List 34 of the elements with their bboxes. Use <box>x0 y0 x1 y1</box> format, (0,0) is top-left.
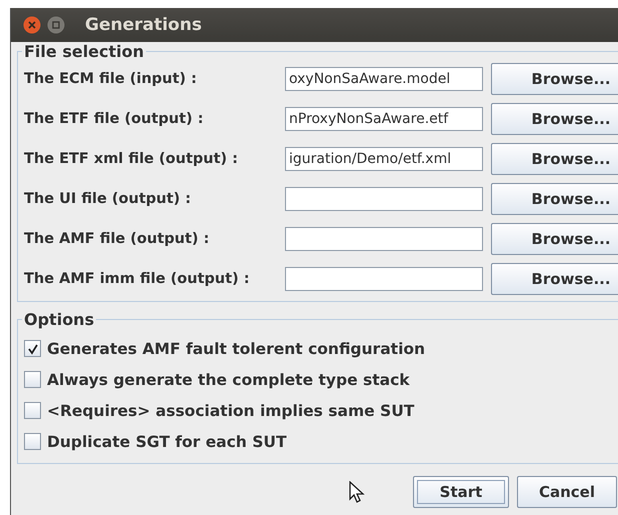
checkbox[interactable] <box>24 340 41 357</box>
dialog-button[interactable]: Start <box>413 476 509 508</box>
file-path-field[interactable]: iguration/Demo/etf.xml <box>285 147 483 171</box>
file-path-field[interactable] <box>285 227 483 251</box>
field-label: The UI file (output) : <box>24 191 192 207</box>
field-label: The AMF file (output) : <box>24 231 210 247</box>
file-path-field[interactable]: nProxyNonSaAware.etf <box>285 107 483 131</box>
field-label: The ETF file (output) : <box>24 111 204 127</box>
file-path-field[interactable]: oxyNonSaAware.model <box>285 67 483 91</box>
browse-button[interactable]: Browse... <box>491 223 618 255</box>
option-label[interactable]: Generates AMF fault tolerent configuration <box>47 340 426 358</box>
section-title: Options <box>23 310 96 329</box>
file-path-field[interactable] <box>285 187 483 211</box>
section-title: File selection <box>23 42 146 61</box>
option-label[interactable]: <Requires> association implies same SUT <box>47 402 414 420</box>
close-icon[interactable] <box>23 16 41 34</box>
option-label[interactable]: Duplicate SGT for each SUT <box>47 432 287 450</box>
mouse-cursor-icon <box>349 481 365 503</box>
field-label: The AMF imm file (output) : <box>24 271 250 287</box>
browse-button[interactable]: Browse... <box>491 263 618 295</box>
dialog-button[interactable]: Cancel <box>517 476 617 508</box>
browse-button[interactable]: Browse... <box>491 63 618 95</box>
option-label[interactable]: Always generate the complete type stack <box>47 370 410 388</box>
file-path-field[interactable] <box>285 267 483 291</box>
field-label: The ECM file (input) : <box>24 71 198 87</box>
checkbox[interactable] <box>24 433 41 450</box>
field-label: The ETF xml file (output) : <box>24 151 239 167</box>
browse-button[interactable]: Browse... <box>491 143 618 175</box>
browse-button[interactable]: Browse... <box>491 103 618 135</box>
checkbox[interactable] <box>24 402 41 419</box>
browse-button[interactable]: Browse... <box>491 183 618 215</box>
minimize-icon[interactable] <box>47 16 65 34</box>
window-title: Generations <box>85 15 202 35</box>
checkbox[interactable] <box>24 371 41 388</box>
